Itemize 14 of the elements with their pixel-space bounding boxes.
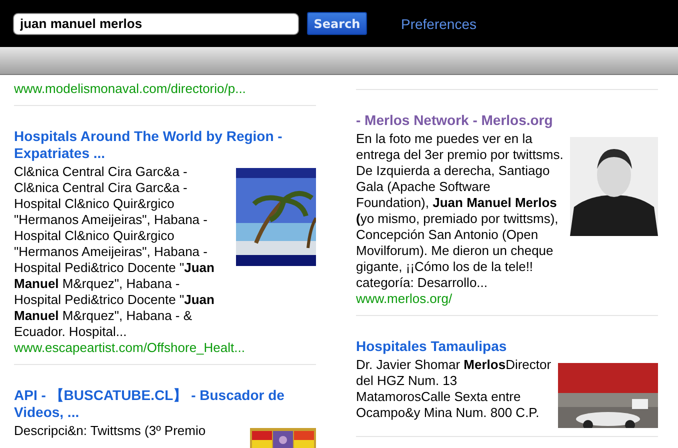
result-snippet: Cl&nica Central Cira Garc&a - Cl&nica Central Cira Garc&a - Hospital Cl&nico Quir&rgico "Hermanos Ameijeiras", Habana - Hospital Cl&nico Quir&rgico "Hermanos Ameijeiras", Habana - Hospital Pedi&trico Docente "Juan Manuel M&rquez", Habana - Hospital Pedi&trico Docente "Juan Manuel M&rquez", Habana - & Ecuador. Hospital... bbox=[14, 164, 216, 340]
result-snippet: Dr. Javier Shomar MerlosDirector del HGZ Num. 13 MatamorosCalle Sexta entre Ocampo&y Mina Num. 800 C.P. bbox=[356, 357, 552, 421]
result-title[interactable]: Hospitals Around The World by Region - Expatriates ... bbox=[14, 128, 316, 162]
result-snippet: Descripci&n: Twittsms (3º Premio bbox=[14, 423, 207, 439]
search-field[interactable]: juan manuel merlos bbox=[13, 12, 299, 34]
result-url[interactable]: www.modelismonaval.com/directorio/p... bbox=[14, 81, 316, 97]
result-title[interactable]: API - 【BUSCATUBE.CL】 - Buscador de Videos, ... bbox=[14, 387, 316, 421]
result-url[interactable]: www.escapeartist.com/Offshore_Healt... bbox=[14, 340, 316, 356]
search-button[interactable]: Search bbox=[307, 12, 367, 35]
preferences-link[interactable]: Preferences bbox=[401, 16, 476, 32]
result-url[interactable]: www.merlos.org/ bbox=[356, 291, 658, 307]
result-title[interactable]: - Merlos Network - Merlos.org bbox=[356, 112, 658, 129]
result-snippet: En la foto me puedes ver en la entrega del 3er premio por twittsms. De Izquierda a derecha, Santiago Gala (Apache Software Foundation), Juan Manuel Merlos (yo mismo, premiado por twittsms), Concepción San Antonio (Open Movilforum). Me dieron un cheque gigante, ¡¡Cómo los de la tele!! categoría: Desarrollo... bbox=[356, 131, 564, 291]
result-title[interactable]: Hospitales Tamaulipas bbox=[356, 338, 658, 355]
